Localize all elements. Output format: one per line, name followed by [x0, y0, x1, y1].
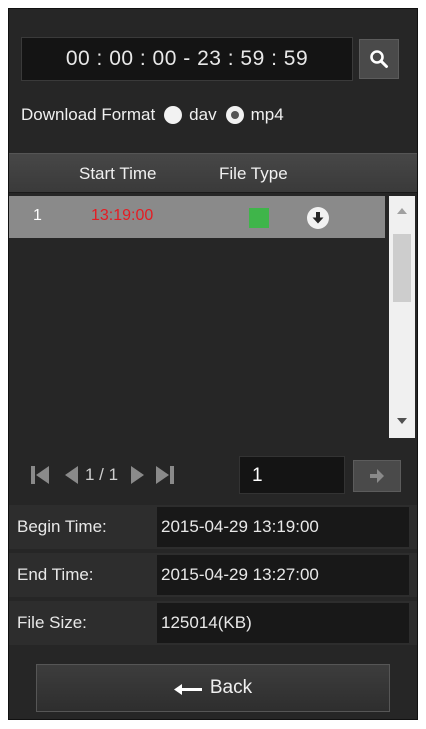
- radio-mp4[interactable]: [225, 106, 244, 124]
- radio-dav-label: dav: [189, 105, 217, 124]
- next-page-icon: [131, 466, 145, 484]
- download-icon: [312, 212, 324, 224]
- next-page-button[interactable]: [130, 464, 146, 486]
- file-type-indicator: [249, 208, 269, 228]
- search-button[interactable]: [359, 39, 399, 79]
- begin-time-label: Begin Time:: [17, 517, 107, 536]
- page-number-input[interactable]: 1: [239, 456, 345, 494]
- radio-mp4-label: mp4: [250, 105, 284, 124]
- file-size-row: File Size: 125014(KB): [9, 601, 417, 645]
- begin-time-value: 2015-04-29 13:19:00: [157, 507, 409, 547]
- scroll-up-arrow-icon[interactable]: [397, 208, 407, 214]
- file-table-header: Start Time File Type: [9, 153, 417, 193]
- row-index: 1: [33, 207, 42, 224]
- table-row[interactable]: 1 13:19:00: [9, 196, 385, 238]
- playback-download-panel: 00 : 00 : 00 - 23 : 59 : 59 Download For…: [8, 8, 418, 720]
- last-page-icon: [156, 466, 175, 484]
- pager: 1 / 1 1: [9, 452, 417, 498]
- column-file-type: File Type: [219, 164, 288, 183]
- row-start-time: 13:19:00: [91, 207, 154, 224]
- page-indicator: 1 / 1: [85, 465, 119, 484]
- column-start-time: Start Time: [79, 164, 157, 183]
- time-range-row: 00 : 00 : 00 - 23 : 59 : 59: [21, 37, 399, 81]
- download-format-row: Download Format dav mp4: [21, 99, 284, 131]
- end-time-row: End Time: 2015-04-29 13:27:00: [9, 553, 417, 597]
- download-format-label: Download Format: [21, 105, 156, 124]
- first-page-icon: [31, 466, 49, 484]
- file-size-value: 125014(KB): [157, 603, 409, 643]
- go-arrow-icon: [370, 469, 384, 483]
- back-button-label: Back: [209, 677, 253, 698]
- end-time-label: End Time:: [17, 565, 94, 584]
- first-page-button[interactable]: [29, 464, 51, 486]
- search-icon: [370, 50, 388, 68]
- prev-page-button[interactable]: [63, 464, 79, 486]
- file-list: 1 13:19:00: [9, 196, 417, 444]
- go-to-page-button[interactable]: [353, 460, 401, 492]
- file-size-label: File Size:: [17, 613, 87, 632]
- radio-dav[interactable]: [164, 106, 183, 124]
- download-button[interactable]: [307, 207, 329, 229]
- scroll-down-arrow-icon[interactable]: [397, 418, 407, 424]
- begin-time-row: Begin Time: 2015-04-29 13:19:00: [9, 505, 417, 549]
- last-page-button[interactable]: [154, 464, 176, 486]
- scroll-thumb[interactable]: [393, 234, 411, 302]
- list-scrollbar[interactable]: [389, 196, 415, 438]
- back-arrow-icon: [173, 684, 202, 695]
- time-range-input[interactable]: 00 : 00 : 00 - 23 : 59 : 59: [21, 37, 353, 81]
- back-button[interactable]: Back: [36, 664, 390, 712]
- end-time-value: 2015-04-29 13:27:00: [157, 555, 409, 595]
- prev-page-icon: [65, 466, 78, 484]
